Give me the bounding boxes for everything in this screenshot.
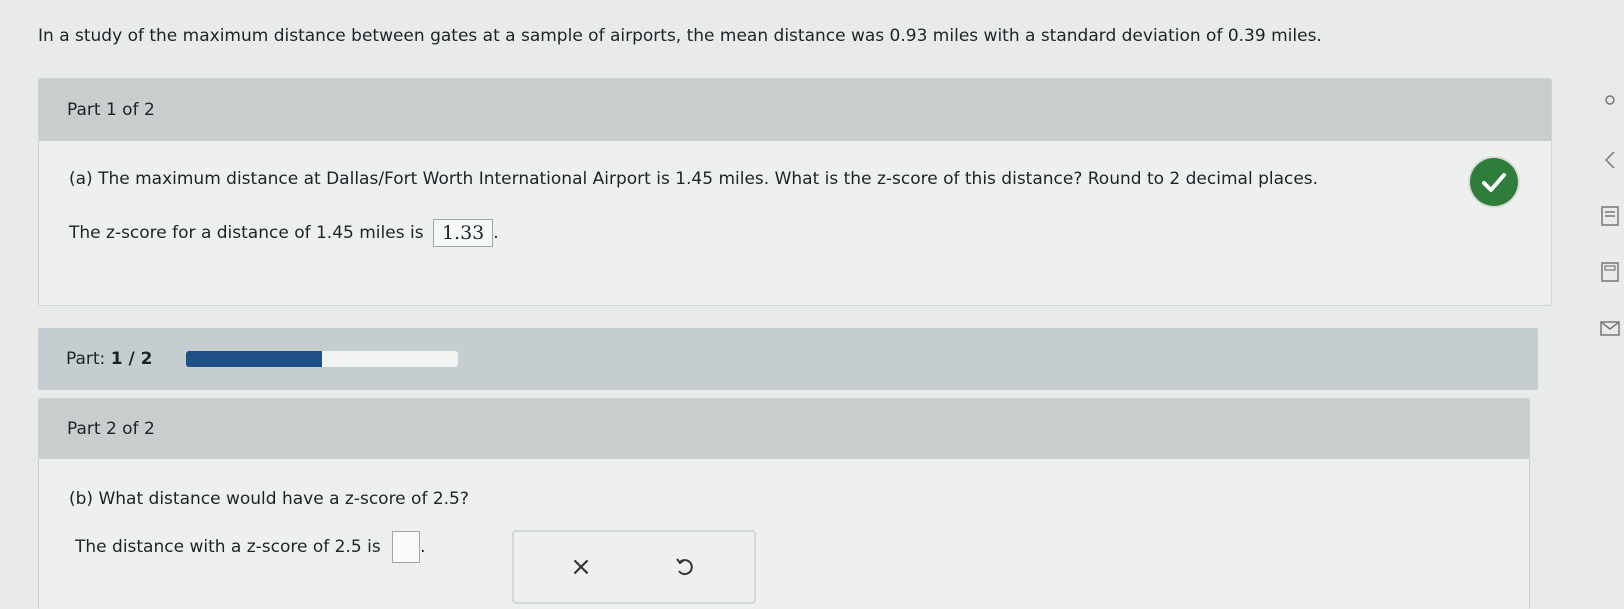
part1-answer-prefix: The z-score for a distance of 1.45 miles… (69, 223, 424, 243)
part2-answer-line: The distance with a z-score of 2.5 is . (75, 531, 426, 563)
part2-answer-suffix: . (420, 537, 426, 557)
part2-answer-prefix: The distance with a z-score of 2.5 is (75, 537, 381, 557)
circle-icon[interactable] (1598, 88, 1622, 112)
problem-statement: In a study of the maximum distance betwe… (38, 26, 1322, 46)
part2-question: (b) What distance would have a z-score o… (69, 489, 469, 509)
side-toolbar (1594, 80, 1624, 380)
clear-button[interactable]: × (566, 552, 596, 582)
part1-panel: Part 1 of 2 (a) The maximum distance at … (38, 78, 1552, 306)
mail-icon[interactable] (1598, 316, 1622, 340)
calculator-icon[interactable] (1598, 260, 1622, 284)
close-icon: × (570, 552, 592, 582)
undo-button[interactable] (670, 552, 700, 582)
progress-row: Part: 1 / 2 (38, 328, 1538, 390)
progress-label-text: Part: (66, 349, 106, 369)
part1-answer-input[interactable]: 1.33 (432, 219, 494, 247)
part2-header: Part 2 of 2 (39, 399, 1529, 459)
chevron-left-icon[interactable] (1598, 148, 1622, 172)
part1-header: Part 1 of 2 (39, 79, 1551, 141)
answer-tools: × (512, 530, 756, 604)
undo-icon (676, 558, 693, 576)
document-icon[interactable] (1598, 204, 1622, 228)
progress-bar (186, 351, 459, 367)
progress-bar-fill (186, 351, 323, 367)
part2-panel: Part 2 of 2 (b) What distance would have… (38, 398, 1530, 609)
part1-answer-suffix: . (493, 223, 499, 243)
part1-answer-line: The z-score for a distance of 1.45 miles… (69, 219, 499, 247)
part2-answer-input[interactable] (392, 531, 421, 563)
correct-check-icon (1470, 158, 1518, 206)
progress-count: 1 / 2 (110, 349, 153, 369)
part1-question: (a) The maximum distance at Dallas/Fort … (69, 169, 1319, 189)
progress-label: Part: 1 / 2 (66, 349, 152, 369)
